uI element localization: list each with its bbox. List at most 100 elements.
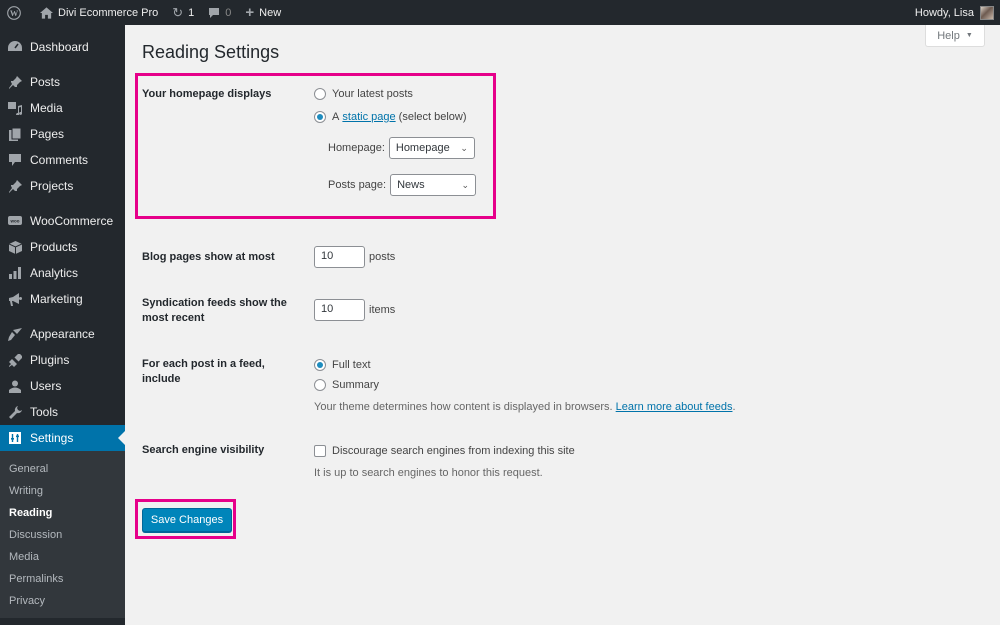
sidebar-item-projects[interactable]: Projects xyxy=(0,173,125,199)
posts-page-select-label: Posts page: xyxy=(328,179,387,191)
sidebar-item-media[interactable]: Media xyxy=(0,95,125,121)
woo-icon: woo xyxy=(8,214,22,228)
page-title: Reading Settings xyxy=(142,42,280,62)
pages-icon xyxy=(8,127,22,141)
sidebar-item-dashboard[interactable]: Dashboard xyxy=(0,34,125,60)
static-page-link[interactable]: static page xyxy=(342,111,395,123)
sidebar-item-label: Posts xyxy=(30,75,61,89)
new-label: New xyxy=(259,6,282,19)
wordpress-icon: W xyxy=(7,5,21,20)
radio-static-page[interactable]: A static page (select below) xyxy=(314,109,614,125)
static-suffix: (select below) xyxy=(398,111,467,123)
brush-icon xyxy=(8,327,22,341)
svg-text:W: W xyxy=(10,9,19,18)
sidebar-item-analytics[interactable]: Analytics xyxy=(0,260,125,286)
site-name: Divi Ecommerce Pro xyxy=(58,6,159,19)
syndication-unit: items xyxy=(369,304,396,316)
learn-more-feeds-link[interactable]: Learn more about feeds xyxy=(616,401,733,413)
sidebar-item-woocommerce[interactable]: woo WooCommerce xyxy=(0,208,125,234)
discourage-search-checkbox-input[interactable] xyxy=(314,445,326,457)
homepage-select-value: Homepage xyxy=(395,142,450,154)
homepage-select[interactable]: Homepage ⌄ xyxy=(388,137,475,159)
submenu-discussion[interactable]: Discussion xyxy=(0,524,125,546)
wp-logo-button[interactable]: W xyxy=(0,0,33,25)
posts-page-select[interactable]: News ⌄ xyxy=(390,174,477,196)
settings-icon xyxy=(8,431,22,445)
submenu-permalinks[interactable]: Permalinks xyxy=(0,568,125,590)
site-name-link[interactable]: Divi Ecommerce Pro xyxy=(33,0,165,25)
sidebar-item-label: Marketing xyxy=(30,292,83,306)
comment-icon xyxy=(8,153,22,167)
box-icon xyxy=(8,240,22,254)
radio-latest-posts[interactable]: Your latest posts xyxy=(314,86,614,102)
pin-icon xyxy=(8,75,22,89)
submenu-privacy[interactable]: Privacy xyxy=(0,590,125,612)
homepage-displays-label: Your homepage displays xyxy=(142,88,272,100)
posts-page-select-value: News xyxy=(397,179,425,191)
sidebar-item-label: Comments xyxy=(30,153,89,167)
radio-static-page-input[interactable] xyxy=(314,111,326,123)
sidebar-item-label: Products xyxy=(30,240,78,254)
radio-full-text[interactable]: Full text xyxy=(314,357,814,373)
sidebar-item-tools[interactable]: Tools xyxy=(0,399,125,425)
chevron-down-icon: ⌄ xyxy=(461,179,470,190)
submenu-general[interactable]: General xyxy=(0,458,125,480)
sidebar-item-label: Projects xyxy=(30,179,74,193)
sidebar-item-pages[interactable]: Pages xyxy=(0,121,125,147)
caret-down-icon: ▼ xyxy=(965,32,973,39)
updates-icon: ↻ xyxy=(172,4,184,20)
posts-page-select-row: Posts page: News ⌄ xyxy=(328,174,614,196)
sidebar-item-plugins[interactable]: Plugins xyxy=(0,347,125,373)
radio-summary-input[interactable] xyxy=(314,379,326,391)
sidebar-item-label: Pages xyxy=(30,127,65,141)
submenu-writing[interactable]: Writing xyxy=(0,480,125,502)
sidebar-item-settings[interactable]: Settings xyxy=(0,425,125,451)
feed-description: Your theme determines how content is dis… xyxy=(314,401,736,413)
radio-full-text-input[interactable] xyxy=(314,359,326,371)
syndication-input[interactable]: 10 xyxy=(314,299,365,321)
radio-summary[interactable]: Summary xyxy=(314,377,814,393)
sidebar-item-label: Media xyxy=(30,101,63,115)
pin-icon xyxy=(8,179,22,193)
updates-count: 1 xyxy=(188,6,195,19)
my-account[interactable]: Howdy, Lisa xyxy=(915,5,1000,20)
sidebar-item-label: Dashboard xyxy=(30,40,89,54)
megaphone-icon xyxy=(8,292,22,306)
blog-pages-input[interactable]: 10 xyxy=(314,246,365,268)
admin-bar: W Divi Ecommerce Pro ↻ 1 0 + New Howdy, … xyxy=(0,0,1000,25)
save-changes-button[interactable]: Save Changes xyxy=(142,508,232,532)
submenu-media[interactable]: Media xyxy=(0,546,125,568)
discourage-search-checkbox[interactable]: Discourage search engines from indexing … xyxy=(314,443,714,459)
sidebar-item-products[interactable]: Products xyxy=(0,234,125,260)
updates-link[interactable]: ↻ 1 xyxy=(165,0,201,25)
blog-pages-label: Blog pages show at most xyxy=(142,251,275,263)
radio-summary-label: Summary xyxy=(332,379,380,391)
static-prefix: A xyxy=(332,111,340,123)
discourage-search-label: Discourage search engines from indexing … xyxy=(332,445,575,457)
comments-link[interactable]: 0 xyxy=(201,0,238,25)
sidebar-item-posts[interactable]: Posts xyxy=(0,69,125,95)
sidebar-item-label: Plugins xyxy=(30,353,70,367)
radio-full-text-label: Full text xyxy=(332,359,371,371)
sidebar-item-marketing[interactable]: Marketing xyxy=(0,286,125,312)
new-content-link[interactable]: + New xyxy=(238,0,288,25)
sidebar-item-appearance[interactable]: Appearance xyxy=(0,321,125,347)
homepage-select-label: Homepage: xyxy=(328,142,385,154)
plus-icon: + xyxy=(245,4,255,21)
sidebar-item-comments[interactable]: Comments xyxy=(0,147,125,173)
dashboard-icon xyxy=(8,40,22,54)
homepage-select-row: Homepage: Homepage ⌄ xyxy=(328,137,614,159)
bar-chart-icon xyxy=(8,266,22,280)
sidebar-item-label: Appearance xyxy=(30,327,95,341)
help-button[interactable]: Help ▼ xyxy=(925,25,985,47)
feed-include-label: For each post in a feed, include xyxy=(142,358,265,385)
submenu-reading[interactable]: Reading xyxy=(0,502,125,524)
sidebar-item-label: Users xyxy=(30,379,62,393)
sidebar-item-users[interactable]: Users xyxy=(0,373,125,399)
sidebar-item-label: WooCommerce xyxy=(30,214,114,228)
sidebar-item-label: Analytics xyxy=(30,266,79,280)
radio-latest-posts-input[interactable] xyxy=(314,88,326,100)
search-visibility-description: It is up to search engines to honor this… xyxy=(314,467,543,479)
radio-latest-posts-label: Your latest posts xyxy=(332,88,413,100)
chevron-down-icon: ⌄ xyxy=(460,142,468,153)
